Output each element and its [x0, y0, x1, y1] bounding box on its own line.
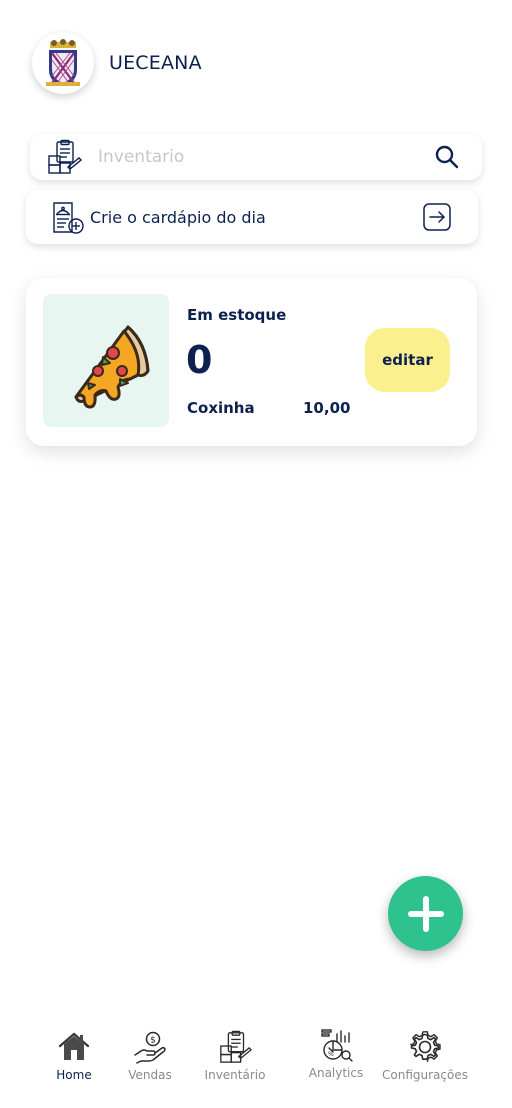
- arrow-right-box-icon[interactable]: [422, 202, 452, 232]
- bottom-nav: Home $ Vendas Inventário % Analytics Con…: [0, 1020, 512, 1100]
- university-crest-icon: [46, 39, 80, 86]
- nav-label-vendas: Vendas: [128, 1068, 172, 1082]
- inventory-icon: [220, 1030, 252, 1063]
- pizza-slice-icon: [74, 325, 150, 408]
- daily-menu-bar[interactable]: Crie o cardápio do dia: [26, 190, 478, 244]
- inventory-icon: [48, 139, 82, 174]
- nav-label-configuracoes: Configurações: [382, 1068, 468, 1082]
- nav-label-home: Home: [56, 1068, 92, 1082]
- gear-icon: [410, 1031, 441, 1062]
- avatar[interactable]: [32, 32, 94, 94]
- analytics-icon: %: [321, 1029, 353, 1062]
- sales-hand-coin-icon: $: [134, 1031, 166, 1064]
- plus-icon: [407, 895, 444, 932]
- nav-item-vendas[interactable]: $ Vendas: [126, 1030, 174, 1082]
- search-input[interactable]: [98, 147, 434, 167]
- product-price: 10,00: [303, 399, 351, 417]
- daily-menu-label: Crie o cardápio do dia: [90, 207, 266, 227]
- svg-text:$: $: [150, 1036, 156, 1046]
- nav-label-inventario: Inventário: [204, 1068, 266, 1082]
- home-icon: [58, 1032, 90, 1060]
- nav-label-analytics: Analytics: [308, 1066, 364, 1080]
- org-name: UECEANA: [109, 52, 202, 74]
- search-bar: [30, 134, 482, 180]
- stock-value: 0: [186, 338, 213, 382]
- product-card[interactable]: Em estoque 0 Coxinha 10,00 editar: [26, 278, 477, 446]
- search-icon[interactable]: [434, 144, 460, 170]
- header: UECEANA: [32, 32, 202, 94]
- nav-item-analytics[interactable]: % Analytics: [306, 1028, 366, 1080]
- nav-item-home[interactable]: Home: [56, 1030, 92, 1082]
- cloche-icon: [53, 202, 84, 234]
- nav-item-inventario[interactable]: Inventário: [202, 1030, 268, 1082]
- edit-button[interactable]: editar: [365, 328, 450, 392]
- svg-text:%: %: [328, 1051, 334, 1058]
- product-image: [43, 294, 169, 427]
- add-button[interactable]: [388, 876, 463, 951]
- stock-label: Em estoque: [187, 306, 287, 324]
- nav-item-configuracoes[interactable]: Configurações: [378, 1030, 472, 1082]
- product-name: Coxinha: [187, 399, 255, 417]
